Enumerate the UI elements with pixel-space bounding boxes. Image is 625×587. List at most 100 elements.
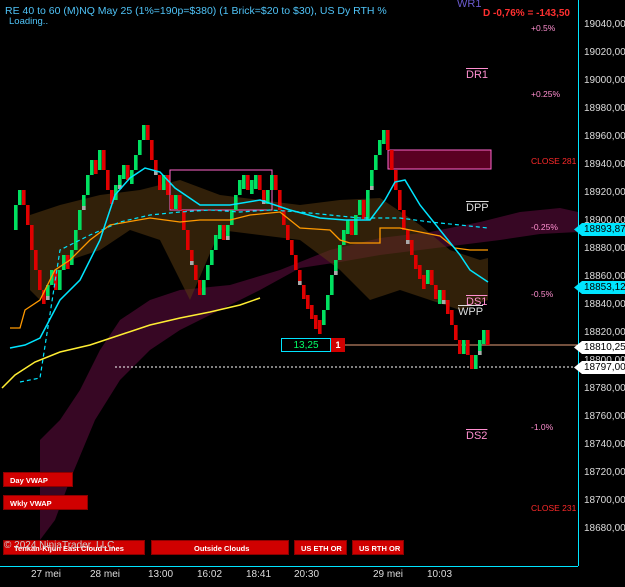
renko-brick (378, 140, 382, 155)
time-tick: 16:02 (197, 569, 223, 580)
renko-brick-wick (406, 240, 410, 244)
renko-brick (158, 175, 162, 190)
renko-brick (90, 160, 94, 175)
price-tick: 18840,00 (584, 299, 625, 310)
day-vwap-button[interactable]: Day VWAP (3, 472, 73, 487)
price-tick: 18760,00 (584, 411, 625, 422)
renko-brick (274, 175, 278, 190)
wr1-level: WR1 (457, 0, 482, 10)
price-tick: 18920,00 (584, 187, 625, 198)
renko-brick (254, 175, 258, 189)
renko-brick (374, 155, 378, 170)
renko-brick (214, 235, 218, 250)
daily-change: D -0,76% = -143,50 (483, 8, 570, 19)
renko-brick (410, 240, 414, 255)
renko-brick (138, 140, 142, 155)
renko-brick (270, 175, 274, 190)
renko-brick (238, 180, 242, 195)
price-tick: 19040,00 (584, 19, 625, 30)
pct-label: -1.0% (531, 422, 554, 432)
price-tick: 18720,00 (584, 467, 625, 478)
renko-brick (26, 205, 30, 225)
renko-brick (390, 150, 394, 170)
renko-brick (306, 295, 310, 309)
renko-brick (402, 210, 406, 230)
renko-brick (362, 200, 366, 220)
renko-brick (446, 300, 450, 314)
price-tick: 18820,00 (584, 327, 625, 338)
renko-brick-wick (334, 271, 338, 275)
renko-brick (486, 330, 490, 345)
wkly-vwap-button[interactable]: Wkly VWAP (3, 495, 88, 510)
renko-brick (310, 305, 314, 319)
renko-brick (150, 140, 154, 160)
us-eth-or-button[interactable]: US ETH OR (294, 540, 347, 555)
price-tick: 18740,00 (584, 439, 625, 450)
price-flag-last: 18810,25 (574, 341, 625, 354)
time-tick: 20:30 (294, 569, 320, 580)
renko-brick (206, 265, 210, 280)
renko-brick-wick (46, 296, 50, 300)
price-tick: 19000,00 (584, 75, 625, 86)
renko-brick (422, 275, 426, 289)
time-tick: 10:03 (427, 569, 453, 580)
level-ds2: DS2 (466, 430, 488, 442)
loading-status: Loading.. (9, 16, 49, 27)
renko-brick (414, 255, 418, 269)
renko-brick (30, 225, 34, 250)
renko-brick (242, 175, 246, 189)
renko-brick (438, 290, 442, 304)
pct-label: +0.5% (531, 23, 556, 33)
renko-brick (398, 190, 402, 210)
renko-brick (394, 170, 398, 190)
renko-brick (218, 225, 222, 239)
renko-brick (454, 325, 458, 340)
renko-brick (38, 270, 42, 290)
renko-brick (170, 195, 174, 209)
renko-brick (258, 175, 262, 190)
renko-brick (78, 210, 82, 230)
renko-brick (350, 220, 354, 235)
renko-brick (246, 175, 250, 190)
level-dpp: DPP (466, 202, 489, 214)
price-tick: 18680,00 (584, 523, 625, 534)
price-tick: 18960,00 (584, 131, 625, 142)
renko-brick-wick (226, 236, 230, 240)
price-flag-tenkan-dashed: 18853,12 (574, 281, 625, 294)
price-tick: 18940,00 (584, 159, 625, 170)
renko-brick (290, 240, 294, 255)
price-flag-tenkan: 18893,87 (574, 223, 625, 236)
renko-count: 1 (331, 338, 345, 352)
renko-brick-wick (298, 281, 302, 285)
renko-brick (314, 315, 318, 329)
renko-brick (466, 340, 470, 355)
renko-brick (434, 285, 438, 299)
renko-brick (58, 270, 62, 290)
renko-brick (234, 195, 238, 210)
renko-brick (174, 195, 178, 209)
renko-brick (482, 330, 486, 344)
renko-brick (18, 190, 22, 205)
close-label: CLOSE 281 (531, 156, 577, 166)
renko-brick (134, 155, 138, 170)
time-axis[interactable] (0, 566, 578, 587)
renko-brick (470, 355, 474, 369)
time-tick: 27 mei (31, 569, 62, 580)
renko-brick (474, 355, 478, 369)
renko-brick (318, 320, 322, 334)
outside-clouds-button[interactable]: Outside Clouds (151, 540, 289, 555)
renko-brick (222, 225, 226, 240)
close-label: CLOSE 231 (531, 503, 577, 513)
price-tick: 18780,00 (584, 383, 625, 394)
price-tick: 18860,00 (584, 271, 625, 282)
renko-brick (342, 230, 346, 245)
renko-brick (354, 215, 358, 235)
renko-brick (302, 285, 306, 299)
renko-brick (34, 250, 38, 270)
renko-brick (142, 125, 146, 140)
level-dr1: DR1 (466, 69, 489, 81)
renko-brick (326, 295, 330, 310)
time-tick: 28 mei (90, 569, 121, 580)
renko-brick-wick (478, 351, 482, 355)
us-rth-or-button[interactable]: US RTH OR (352, 540, 404, 555)
